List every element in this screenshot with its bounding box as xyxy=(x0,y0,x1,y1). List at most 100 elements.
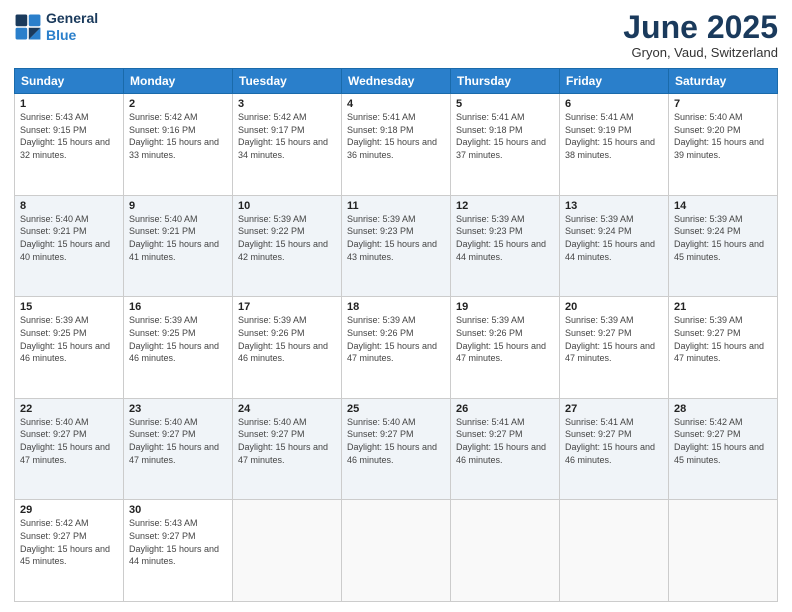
day-number: 8 xyxy=(20,200,118,212)
day-number: 23 xyxy=(129,403,227,415)
main-container: General Blue June 2025 Gryon, Vaud, Swit… xyxy=(0,0,792,612)
day-info: Sunrise: 5:40 AMSunset: 9:27 PMDaylight:… xyxy=(347,417,437,465)
day-number: 20 xyxy=(565,301,663,313)
day-info: Sunrise: 5:39 AMSunset: 9:25 PMDaylight:… xyxy=(20,315,110,363)
calendar-cell xyxy=(560,500,669,602)
day-number: 2 xyxy=(129,98,227,110)
calendar-cell: 30 Sunrise: 5:43 AMSunset: 9:27 PMDayligh… xyxy=(124,500,233,602)
logo: General Blue xyxy=(14,10,98,44)
weekday-header-thursday: Thursday xyxy=(451,69,560,94)
day-number: 10 xyxy=(238,200,336,212)
day-number: 5 xyxy=(456,98,554,110)
day-number: 16 xyxy=(129,301,227,313)
day-info: Sunrise: 5:43 AMSunset: 9:15 PMDaylight:… xyxy=(20,112,110,160)
calendar-cell: 13Sunrise: 5:39 AMSunset: 9:24 PMDayligh… xyxy=(560,195,669,297)
calendar-cell: 16 Sunrise: 5:39 AMSunset: 9:25 PMDayligh… xyxy=(124,297,233,399)
day-number: 29 xyxy=(20,504,118,516)
day-info: Sunrise: 5:39 AMSunset: 9:27 PMDaylight:… xyxy=(565,315,655,363)
calendar-cell: 11Sunrise: 5:39 AMSunset: 9:23 PMDayligh… xyxy=(342,195,451,297)
day-info: Sunrise: 5:39 AMSunset: 9:24 PMDaylight:… xyxy=(674,214,764,262)
calendar-table: SundayMondayTuesdayWednesdayThursdayFrid… xyxy=(14,68,778,602)
calendar-cell: 14 Sunrise: 5:39 AMSunset: 9:24 PMDayligh… xyxy=(669,195,778,297)
day-info: Sunrise: 5:41 AMSunset: 9:27 PMDaylight:… xyxy=(565,417,655,465)
day-info: Sunrise: 5:39 AMSunset: 9:22 PMDaylight:… xyxy=(238,214,328,262)
weekday-header-friday: Friday xyxy=(560,69,669,94)
calendar-cell: 10 Sunrise: 5:39 AMSunset: 9:22 PMDayligh… xyxy=(233,195,342,297)
calendar-cell: 20 Sunrise: 5:39 AMSunset: 9:27 PMDayligh… xyxy=(560,297,669,399)
day-info: Sunrise: 5:39 AMSunset: 9:25 PMDaylight:… xyxy=(129,315,219,363)
calendar-cell: 22 Sunrise: 5:40 AMSunset: 9:27 PMDayligh… xyxy=(15,398,124,500)
calendar-cell: 5 Sunrise: 5:41 AMSunset: 9:18 PMDaylight… xyxy=(451,94,560,196)
weekday-header-monday: Monday xyxy=(124,69,233,94)
calendar-cell: 24 Sunrise: 5:40 AMSunset: 9:27 PMDayligh… xyxy=(233,398,342,500)
day-number: 14 xyxy=(674,200,772,212)
day-info: Sunrise: 5:41 AMSunset: 9:18 PMDaylight:… xyxy=(456,112,546,160)
day-info: Sunrise: 5:43 AMSunset: 9:27 PMDaylight:… xyxy=(129,518,219,566)
weekday-header-tuesday: Tuesday xyxy=(233,69,342,94)
day-number: 17 xyxy=(238,301,336,313)
day-number: 7 xyxy=(674,98,772,110)
calendar-cell: 28Sunrise: 5:42 AMSunset: 9:27 PMDayligh… xyxy=(669,398,778,500)
weekday-header-saturday: Saturday xyxy=(669,69,778,94)
calendar-cell: 12Sunrise: 5:39 AMSunset: 9:23 PMDayligh… xyxy=(451,195,560,297)
day-number: 30 xyxy=(129,504,227,516)
calendar-cell: 15 Sunrise: 5:39 AMSunset: 9:25 PMDayligh… xyxy=(15,297,124,399)
week-row-1: 1 Sunrise: 5:43 AMSunset: 9:15 PMDaylight… xyxy=(15,94,778,196)
day-info: Sunrise: 5:40 AMSunset: 9:27 PMDaylight:… xyxy=(238,417,328,465)
day-info: Sunrise: 5:40 AMSunset: 9:27 PMDaylight:… xyxy=(129,417,219,465)
header: General Blue June 2025 Gryon, Vaud, Swit… xyxy=(14,10,778,60)
day-number: 25 xyxy=(347,403,445,415)
day-info: Sunrise: 5:39 AMSunset: 9:24 PMDaylight:… xyxy=(565,214,655,262)
week-row-4: 22 Sunrise: 5:40 AMSunset: 9:27 PMDayligh… xyxy=(15,398,778,500)
calendar-cell: 23 Sunrise: 5:40 AMSunset: 9:27 PMDayligh… xyxy=(124,398,233,500)
calendar-cell xyxy=(451,500,560,602)
day-info: Sunrise: 5:39 AMSunset: 9:23 PMDaylight:… xyxy=(456,214,546,262)
day-number: 22 xyxy=(20,403,118,415)
day-number: 11 xyxy=(347,200,445,212)
calendar-cell xyxy=(233,500,342,602)
week-row-3: 15 Sunrise: 5:39 AMSunset: 9:25 PMDayligh… xyxy=(15,297,778,399)
day-number: 1 xyxy=(20,98,118,110)
month-title: June 2025 xyxy=(623,10,778,45)
weekday-header-row: SundayMondayTuesdayWednesdayThursdayFrid… xyxy=(15,69,778,94)
logo-line1: General xyxy=(46,10,98,26)
day-number: 15 xyxy=(20,301,118,313)
calendar-cell: 3 Sunrise: 5:42 AMSunset: 9:17 PMDaylight… xyxy=(233,94,342,196)
calendar-cell: 26 Sunrise: 5:41 AMSunset: 9:27 PMDayligh… xyxy=(451,398,560,500)
calendar-cell: 27Sunrise: 5:41 AMSunset: 9:27 PMDayligh… xyxy=(560,398,669,500)
week-row-5: 29 Sunrise: 5:42 AMSunset: 9:27 PMDayligh… xyxy=(15,500,778,602)
day-number: 3 xyxy=(238,98,336,110)
day-number: 19 xyxy=(456,301,554,313)
calendar-cell xyxy=(342,500,451,602)
day-info: Sunrise: 5:40 AMSunset: 9:27 PMDaylight:… xyxy=(20,417,110,465)
day-info: Sunrise: 5:42 AMSunset: 9:16 PMDaylight:… xyxy=(129,112,219,160)
day-number: 26 xyxy=(456,403,554,415)
day-info: Sunrise: 5:40 AMSunset: 9:21 PMDaylight:… xyxy=(129,214,219,262)
calendar-cell: 19 Sunrise: 5:39 AMSunset: 9:26 PMDayligh… xyxy=(451,297,560,399)
calendar-cell: 21Sunrise: 5:39 AMSunset: 9:27 PMDayligh… xyxy=(669,297,778,399)
day-info: Sunrise: 5:39 AMSunset: 9:26 PMDaylight:… xyxy=(456,315,546,363)
weekday-header-wednesday: Wednesday xyxy=(342,69,451,94)
calendar-cell: 9Sunrise: 5:40 AMSunset: 9:21 PMDaylight… xyxy=(124,195,233,297)
day-info: Sunrise: 5:41 AMSunset: 9:27 PMDaylight:… xyxy=(456,417,546,465)
day-number: 6 xyxy=(565,98,663,110)
day-info: Sunrise: 5:42 AMSunset: 9:17 PMDaylight:… xyxy=(238,112,328,160)
logo-line2: Blue xyxy=(46,27,76,43)
calendar-cell: 8 Sunrise: 5:40 AMSunset: 9:21 PMDaylight… xyxy=(15,195,124,297)
title-block: June 2025 Gryon, Vaud, Switzerland xyxy=(623,10,778,60)
day-info: Sunrise: 5:42 AMSunset: 9:27 PMDaylight:… xyxy=(20,518,110,566)
calendar-cell xyxy=(669,500,778,602)
location: Gryon, Vaud, Switzerland xyxy=(623,45,778,60)
calendar-cell: 18Sunrise: 5:39 AMSunset: 9:26 PMDayligh… xyxy=(342,297,451,399)
day-info: Sunrise: 5:40 AMSunset: 9:21 PMDaylight:… xyxy=(20,214,110,262)
calendar-cell: 17Sunrise: 5:39 AMSunset: 9:26 PMDayligh… xyxy=(233,297,342,399)
logo-text: General Blue xyxy=(46,10,98,44)
calendar-cell: 1 Sunrise: 5:43 AMSunset: 9:15 PMDaylight… xyxy=(15,94,124,196)
day-info: Sunrise: 5:41 AMSunset: 9:19 PMDaylight:… xyxy=(565,112,655,160)
weekday-header-sunday: Sunday xyxy=(15,69,124,94)
day-number: 24 xyxy=(238,403,336,415)
day-info: Sunrise: 5:39 AMSunset: 9:27 PMDaylight:… xyxy=(674,315,764,363)
day-info: Sunrise: 5:42 AMSunset: 9:27 PMDaylight:… xyxy=(674,417,764,465)
logo-icon xyxy=(14,13,42,41)
day-info: Sunrise: 5:40 AMSunset: 9:20 PMDaylight:… xyxy=(674,112,764,160)
